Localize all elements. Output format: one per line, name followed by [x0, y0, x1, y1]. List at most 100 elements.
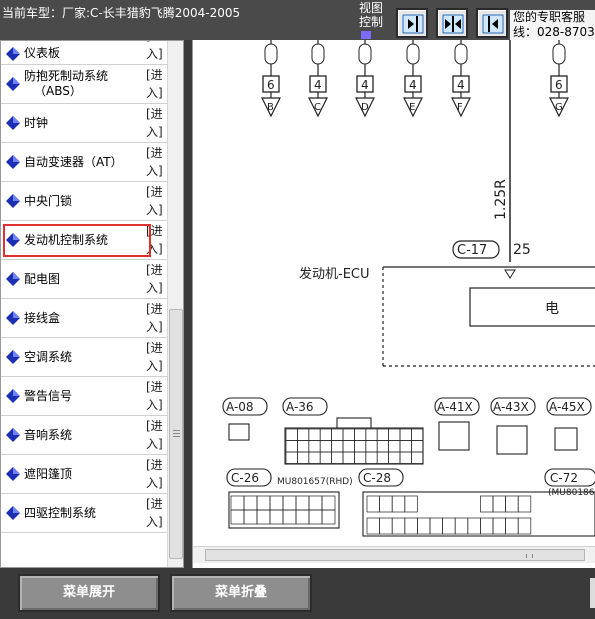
- menu-item[interactable]: 接线盒 [进 入]: [1, 299, 167, 338]
- diamond-bullet-icon: [6, 47, 20, 61]
- enter-link[interactable]: [进入]: [146, 41, 166, 63]
- menu-item[interactable]: 发动机控制系统 [进 入]: [1, 221, 167, 260]
- enter-link[interactable]: [进入]: [146, 105, 166, 141]
- pin-number: 25: [513, 242, 531, 258]
- diagram-horizontal-scrollbar[interactable]: [193, 546, 595, 563]
- menu-item[interactable]: 警告信号 [进 入]: [1, 377, 167, 416]
- connector-a36-label: A-36: [286, 400, 314, 414]
- connector-a43x-label: A-43X: [493, 400, 529, 414]
- part-note-2: (MU801866: [548, 488, 595, 498]
- menu-item[interactable]: 时钟 [进 入]: [1, 104, 167, 143]
- enter-link[interactable]: [进入]: [146, 144, 166, 180]
- enter-link[interactable]: [进入]: [146, 456, 166, 492]
- menu-item-label: 时钟: [24, 115, 49, 130]
- menu-item-label: 警告信号: [24, 388, 73, 403]
- connector-c26-label: C-26: [231, 471, 259, 485]
- enter-link[interactable]: [进入]: [146, 183, 166, 219]
- ecu-inner-box: [469, 287, 595, 327]
- wire-terminal[interactable]: 4D: [355, 40, 375, 118]
- scroll-grip-icon: [526, 554, 533, 558]
- expand-left-icon: [482, 14, 504, 34]
- current-car-model: 当前车型：厂家:C-长丰猎豹飞腾2004-2005: [2, 6, 241, 20]
- wire-terminal[interactable]: 6G: [549, 40, 569, 118]
- diamond-bullet-icon: [6, 389, 20, 403]
- menu-item-label: 自动变速器（AT）: [24, 154, 123, 169]
- collapse-both-icon: [442, 14, 464, 34]
- menu-item[interactable]: 空调系统 [进 入]: [1, 338, 167, 377]
- ecu-inner-label: 电: [545, 301, 559, 317]
- edge-panel: [590, 578, 595, 608]
- pin-number-label: 4: [361, 78, 369, 92]
- wire-terminal[interactable]: 4E: [403, 40, 423, 118]
- menu-item[interactable]: 中央门锁 [进 入]: [1, 182, 167, 221]
- menu-item-label: 防抱死制动系统: [24, 69, 109, 83]
- wiring-diagram: 6G4F4E4D4C6B 1.25R C-17 25 发动机-ECU 电 A-0…: [222, 40, 595, 537]
- wire-terminal[interactable]: 4F: [451, 40, 471, 118]
- wire-letter-label: C: [314, 102, 321, 113]
- connector-c17-label: C-17: [457, 243, 487, 258]
- menu-item[interactable]: 配电图 [进 入]: [1, 260, 167, 299]
- enter-link[interactable]: [进入]: [146, 495, 166, 531]
- menu-expand-button[interactable]: 菜单展开: [18, 574, 160, 612]
- menu-item[interactable]: 仪表板 [进入]: [1, 41, 167, 65]
- enter-link[interactable]: [进入]: [146, 417, 166, 453]
- wire-terminal[interactable]: 4C: [308, 40, 328, 118]
- wiring-diagram-panel: 6G4F4E4D4C6B 1.25R C-17 25 发动机-ECU 电 A-0…: [192, 40, 595, 568]
- customer-service-info: 您的专职客服 线：028-87038: [510, 10, 595, 40]
- connector-a08-label: A-08: [226, 400, 254, 414]
- connector-c28-label: C-28: [363, 471, 391, 485]
- enter-link[interactable]: [进入]: [146, 300, 166, 336]
- pin-arrow: [504, 269, 516, 279]
- menu-item-label: 接线盒: [24, 310, 61, 325]
- part-note-1: MU801657(RHD): [277, 477, 353, 487]
- menu-scrollbar[interactable]: [167, 41, 183, 567]
- diamond-bullet-icon: [6, 467, 20, 481]
- wire-letter-label: E: [409, 102, 415, 113]
- expand-left-button[interactable]: [476, 8, 508, 38]
- menu-item[interactable]: 四驱控制系统 [进 入]: [1, 494, 167, 533]
- pin-number-label: 4: [314, 78, 322, 92]
- diamond-bullet-icon: [6, 116, 20, 130]
- pin-number-label: 6: [555, 78, 563, 92]
- menu-item[interactable]: 遮阳篷顶 [进 入]: [1, 455, 167, 494]
- enter-link[interactable]: [进入]: [146, 261, 166, 297]
- wire-letter-label: F: [457, 102, 463, 113]
- menu-collapse-button[interactable]: 菜单折叠: [170, 574, 312, 612]
- menu-scrollbar-thumb[interactable]: [169, 309, 183, 559]
- system-menu-panel: 仪表板 [进入] 防抱死制动系统（ABS） [进入] 时钟 [进入] 自动变速器（AT） [进…: [0, 40, 184, 568]
- wire-terminal[interactable]: 6B: [261, 40, 281, 118]
- diagram-scrollbar-thumb[interactable]: [205, 549, 585, 561]
- ecu-label: 发动机-ECU: [299, 266, 370, 282]
- enter-link[interactable]: [进入]: [146, 378, 166, 414]
- diamond-bullet-icon: [6, 194, 20, 208]
- expand-right-button[interactable]: [396, 8, 428, 38]
- pin-number-label: 4: [457, 78, 465, 92]
- menu-item-label: 配电图: [24, 271, 61, 286]
- menu-item[interactable]: 自动变速器（AT） [进 入]: [1, 143, 167, 182]
- menu-item[interactable]: 防抱死制动系统 （ABS） [进 入]: [1, 65, 167, 104]
- diamond-bullet-icon: [6, 77, 20, 91]
- menu-item[interactable]: 音响系统 [进 入]: [1, 416, 167, 455]
- connector-a41x-label: A-41X: [437, 400, 473, 414]
- diamond-bullet-icon: [6, 428, 20, 442]
- connector-c72-label: C-72: [550, 471, 578, 485]
- expand-right-icon: [402, 14, 424, 34]
- selection-outline: [3, 224, 151, 257]
- menu-item-label: 四驱控制系统: [24, 505, 97, 520]
- diamond-bullet-icon: [6, 350, 20, 364]
- menu-item-label: 音响系统: [24, 427, 73, 442]
- diamond-bullet-icon: [6, 311, 20, 325]
- view-control-indicator: [361, 31, 371, 39]
- diamond-bullet-icon: [6, 155, 20, 169]
- enter-link[interactable]: [进入]: [146, 339, 166, 375]
- menu-item-label: 中央门锁: [24, 193, 73, 208]
- pin-number-label: 4: [409, 78, 417, 92]
- pin-number-label: 6: [267, 78, 275, 92]
- wire-letter-label: G: [555, 102, 563, 113]
- wire-letter-label: D: [361, 102, 369, 113]
- system-menu-list: 仪表板 [进入] 防抱死制动系统（ABS） [进入] 时钟 [进入] 自动变速器（AT） [进…: [1, 41, 167, 533]
- collapse-both-button[interactable]: [436, 8, 468, 38]
- menu-item-label: 遮阳篷顶: [24, 466, 73, 481]
- diamond-bullet-icon: [6, 272, 20, 286]
- enter-link[interactable]: [进入]: [146, 66, 166, 102]
